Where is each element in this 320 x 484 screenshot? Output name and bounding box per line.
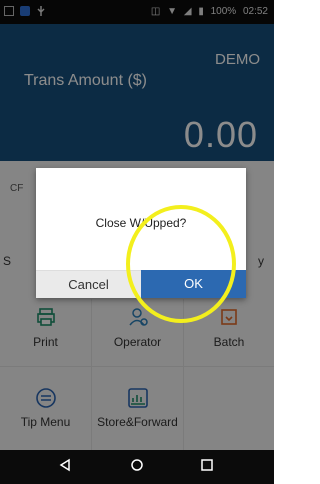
- recents-icon[interactable]: [200, 458, 214, 475]
- highlight-circle: [126, 205, 236, 323]
- cancel-button[interactable]: Cancel: [36, 270, 141, 298]
- home-icon[interactable]: [130, 458, 144, 475]
- back-icon[interactable]: [58, 458, 72, 475]
- navigation-bar: [0, 450, 274, 484]
